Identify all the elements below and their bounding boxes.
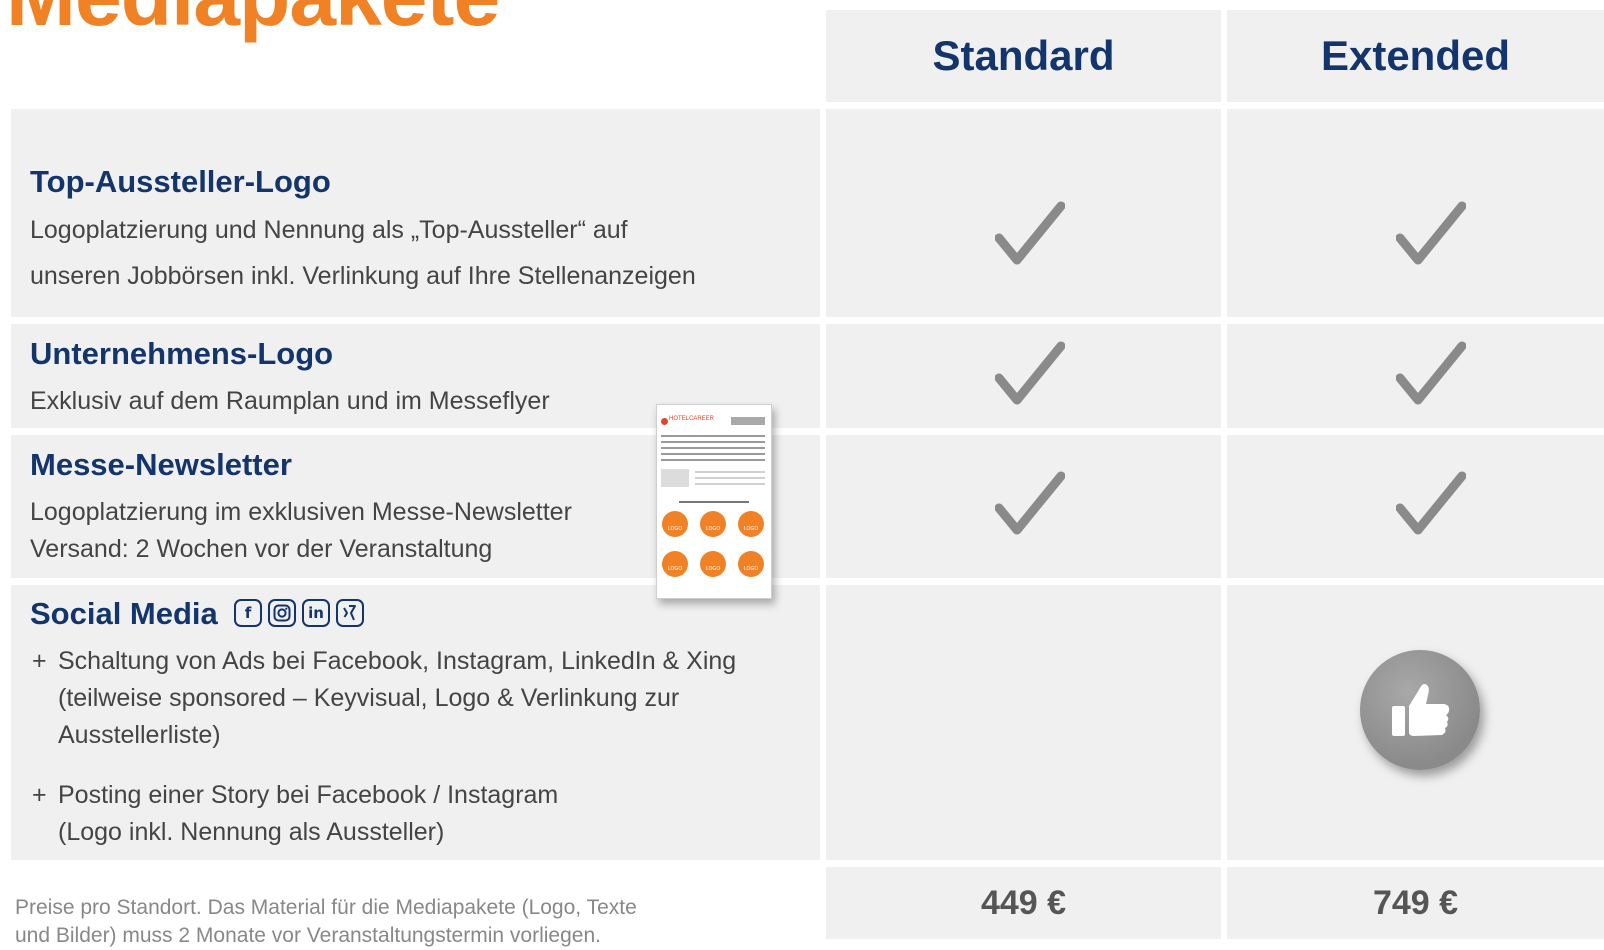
newsletter-preview-image: HOTELCAREER LOGO LOGO LOGO LOGO LOGO LOG… bbox=[656, 404, 772, 599]
footnote-line: Preise pro Standort. Das Material für di… bbox=[15, 896, 637, 919]
logo-placeholder: LOGO bbox=[738, 551, 764, 577]
feature-title: Top-Aussteller-Logo bbox=[30, 164, 331, 199]
checkmark-icon bbox=[1396, 471, 1466, 535]
bullet-line: (Logo inkl. Nennung als Aussteller) bbox=[58, 818, 445, 846]
checkmark-icon bbox=[995, 201, 1065, 265]
bullet-line: Posting einer Story bei Facebook / Insta… bbox=[58, 781, 559, 809]
feature-description-line: Exklusiv auf dem Raumplan und im Messefl… bbox=[30, 387, 550, 415]
feature-title: Messe-Newsletter bbox=[30, 447, 292, 482]
social-icons: f in bbox=[234, 599, 364, 627]
footnote: Preise pro Standort. Das Material für di… bbox=[15, 894, 637, 950]
logo-placeholder: LOGO bbox=[700, 511, 726, 537]
price-standard: 449 € bbox=[826, 867, 1221, 939]
logo-placeholder: LOGO bbox=[738, 511, 764, 537]
page-title: Mediapakete bbox=[6, 0, 500, 45]
feature-description-line: Versand: 2 Wochen vor der Veranstaltung bbox=[30, 535, 493, 563]
xing-icon bbox=[336, 599, 364, 627]
linkedin-icon: in bbox=[302, 599, 330, 627]
feature-description-line: unseren Jobbörsen inkl. Verlinkung auf I… bbox=[30, 262, 696, 290]
thumbs-up-icon bbox=[1392, 684, 1450, 736]
bullet-line: Schaltung von Ads bei Facebook, Instagra… bbox=[58, 647, 737, 675]
price-extended: 749 € bbox=[1227, 867, 1604, 939]
feature-description-line: Logoplatzierung im exklusiven Messe-News… bbox=[30, 498, 572, 526]
checkmark-icon bbox=[1396, 341, 1466, 405]
feature-description-line: Logoplatzierung und Nennung als „Top-Aus… bbox=[30, 216, 628, 244]
feature-title: Social Media bbox=[30, 596, 218, 631]
checkmark-icon bbox=[995, 471, 1065, 535]
brand-logo-icon bbox=[661, 418, 668, 425]
checkmark-icon bbox=[995, 341, 1065, 405]
column-header-extended: Extended bbox=[1227, 10, 1604, 102]
checkmark-icon bbox=[1396, 201, 1466, 265]
footnote-line: und Bilder) muss 2 Monate vor Veranstalt… bbox=[15, 924, 601, 947]
bullet-line: (teilweise sponsored – Keyvisual, Logo &… bbox=[58, 684, 680, 712]
instagram-icon bbox=[268, 599, 296, 627]
cell-standard-social-media bbox=[826, 585, 1221, 860]
newsletter-brand: HOTELCAREER bbox=[669, 416, 715, 422]
thumbs-up-badge bbox=[1360, 650, 1480, 770]
logo-placeholder: LOGO bbox=[662, 551, 688, 577]
bullet-line: Ausstellerliste) bbox=[58, 721, 221, 749]
facebook-icon: f bbox=[234, 599, 262, 627]
column-header-standard: Standard bbox=[826, 10, 1221, 102]
logo-placeholder: LOGO bbox=[662, 511, 688, 537]
feature-title: Unternehmens-Logo bbox=[30, 336, 334, 371]
logo-placeholder: LOGO bbox=[700, 551, 726, 577]
